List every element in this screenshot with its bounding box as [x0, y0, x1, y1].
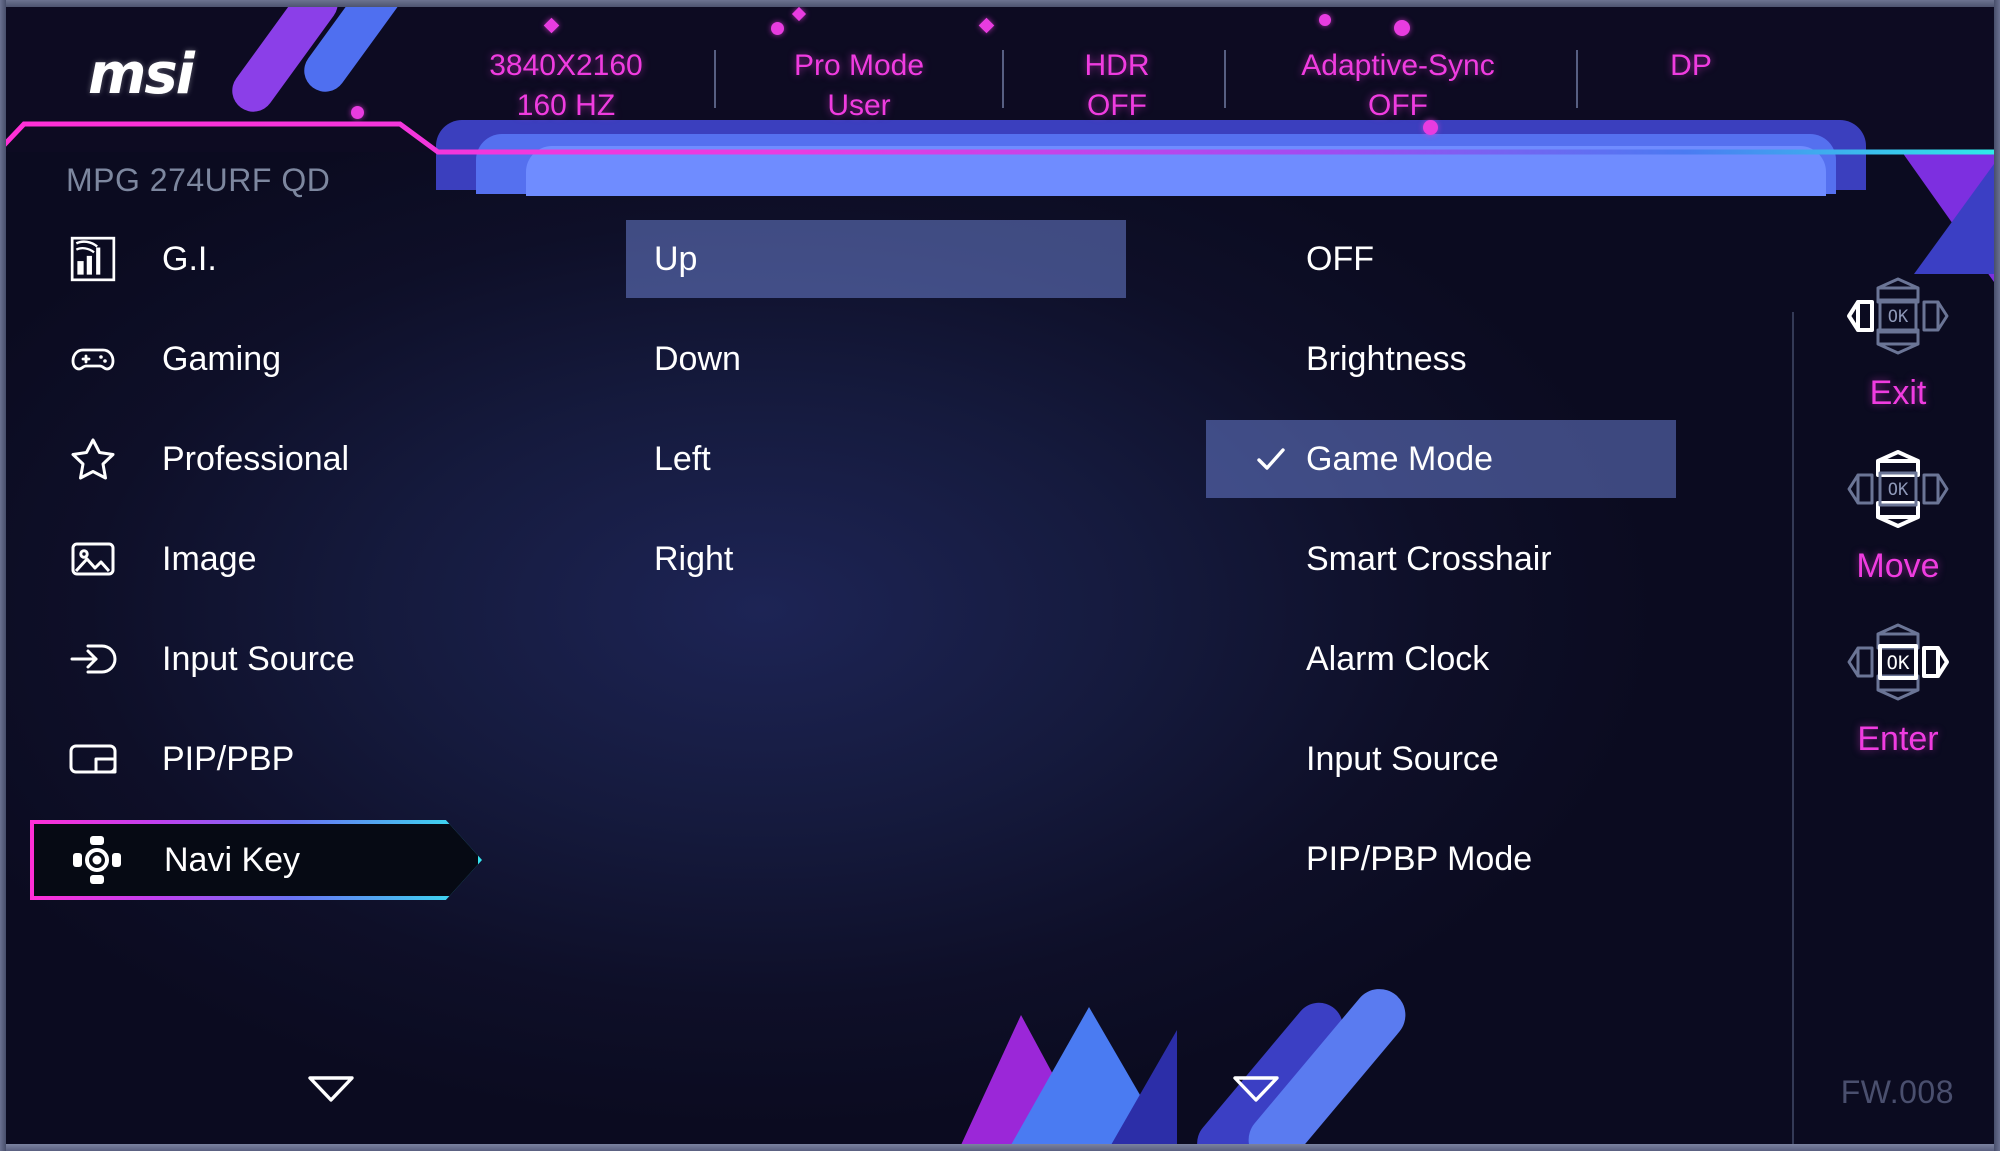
option-list-scroll-down-icon[interactable]	[1231, 1072, 1281, 1109]
decor-dot-4	[1394, 20, 1410, 36]
check-icon	[1254, 442, 1288, 476]
screen-bezel-bottom	[0, 1144, 2000, 1151]
list-item-label: Brightness	[1306, 339, 1467, 378]
sidebar-item-gaming[interactable]: Gaming	[6, 320, 626, 398]
decor-dot-2	[771, 22, 784, 35]
osd-body: MPG 274URF QD G.I. Gaming Professional I…	[6, 152, 1994, 1151]
list-item[interactable]: Alarm Clock	[1206, 620, 1698, 698]
gamepad-icon	[66, 332, 120, 386]
list-item-label: Up	[654, 239, 698, 278]
nav-helper-move[interactable]: OK Move	[1846, 435, 1950, 586]
sidebar-item-label: G.I.	[162, 239, 217, 278]
sidebar-scroll-down-icon[interactable]	[306, 1072, 356, 1109]
list-item-label: Alarm Clock	[1306, 639, 1490, 678]
decor-diamond-3	[978, 17, 995, 34]
svg-text:OK: OK	[1887, 652, 1910, 674]
status-promode-label: Pro Mode	[793, 49, 925, 82]
list-item-label: Right	[654, 539, 734, 578]
list-item[interactable]: Smart Crosshair	[1206, 520, 1698, 598]
pip-icon	[66, 732, 120, 786]
decor-diamond-2	[791, 6, 807, 22]
nav-helper-label: Exit	[1869, 374, 1927, 412]
list-item[interactable]: OFF	[1206, 220, 1698, 298]
nav-helper-panel: OK Exit OK Move OK Enter	[1802, 262, 1994, 781]
list-item-label: Smart Crosshair	[1306, 539, 1552, 578]
status-item-input: DP	[1636, 46, 1746, 86]
navi-key-option-list: OFF Brightness Game Mode Smart Crosshair…	[1206, 220, 1698, 920]
sidebar-item-gi[interactable]: G.I.	[6, 220, 626, 298]
sidebar-item-label: PIP/PBP	[162, 739, 295, 778]
list-item-label: Down	[654, 339, 741, 378]
sidebar-item-professional[interactable]: Professional	[6, 420, 626, 498]
list-item[interactable]: Left	[626, 420, 1206, 498]
osd-root: msi 3840X2160 160 HZ Pro Mode User HDR O…	[0, 0, 2000, 1151]
decor-dot-3	[1319, 14, 1331, 26]
nav-helper-exit[interactable]: OK Exit	[1846, 262, 1950, 413]
decor-triangle-indigo	[1111, 1030, 1177, 1145]
navi-pad-icon	[70, 833, 124, 887]
gi-icon	[66, 232, 120, 286]
decor-diamond-1	[543, 17, 560, 34]
sidebar-item-input-source[interactable]: Input Source	[6, 620, 626, 698]
sidebar-item-pip-pbp[interactable]: PIP/PBP	[6, 720, 626, 798]
list-item[interactable]: Right	[626, 520, 1206, 598]
list-item-label: PIP/PBP Mode	[1306, 839, 1533, 878]
list-item-label: OFF	[1306, 239, 1374, 278]
status-resolution-value: 3840X2160	[489, 49, 643, 82]
list-item-label: Game Mode	[1306, 439, 1494, 478]
navpad-updown-icon: OK	[1846, 435, 1950, 543]
list-item[interactable]: Input Source	[1206, 720, 1698, 798]
svg-text:OK: OK	[1888, 480, 1909, 500]
header-divider	[0, 121, 2000, 155]
sidebar: G.I. Gaming Professional Image Input Sou…	[6, 220, 626, 922]
list-item[interactable]: Brightness	[1206, 320, 1698, 398]
sidebar-item-label: Input Source	[162, 639, 355, 678]
msi-logo: msi	[88, 42, 195, 107]
screen-bezel-top	[0, 0, 2000, 7]
nav-helper-enter[interactable]: OK Enter	[1846, 608, 1950, 759]
status-adaptivesync-label: Adaptive-Sync	[1301, 49, 1495, 82]
navpad-left-icon: OK	[1846, 262, 1950, 370]
list-item[interactable]: Down	[626, 320, 1206, 398]
nav-helper-label: Enter	[1857, 720, 1939, 758]
list-item[interactable]: Game Mode	[1206, 420, 1676, 498]
panel-divider	[1792, 312, 1794, 1151]
sidebar-item-navi-key[interactable]: Navi Key	[30, 820, 482, 900]
sidebar-item-label: Image	[162, 539, 257, 578]
list-item[interactable]: PIP/PBP Mode	[1206, 820, 1698, 898]
nav-helper-label: Move	[1856, 547, 1940, 585]
sidebar-item-label: Professional	[162, 439, 350, 478]
sidebar-item-label: Navi Key	[164, 840, 301, 879]
navi-key-direction-list: Up Down Left Right	[626, 220, 1206, 620]
list-item-label: Input Source	[1306, 739, 1499, 778]
decor-triangle-topright-blue	[1914, 164, 1994, 274]
list-item[interactable]: Up	[626, 220, 1126, 298]
status-input-value: DP	[1670, 49, 1712, 82]
screen-bezel-right	[1994, 0, 2000, 1151]
star-icon	[66, 432, 120, 486]
navpad-center-right-icon: OK	[1846, 608, 1950, 716]
input-arrow-icon	[66, 632, 120, 686]
screen-bezel-left	[0, 0, 6, 1151]
firmware-version: FW.008	[1840, 1074, 1954, 1110]
sidebar-item-label: Gaming	[162, 339, 282, 378]
picture-icon	[66, 532, 120, 586]
svg-text:OK: OK	[1888, 307, 1909, 327]
status-hdr-label: HDR	[1084, 49, 1150, 82]
sidebar-item-image[interactable]: Image	[6, 520, 626, 598]
list-item-label: Left	[654, 439, 711, 478]
